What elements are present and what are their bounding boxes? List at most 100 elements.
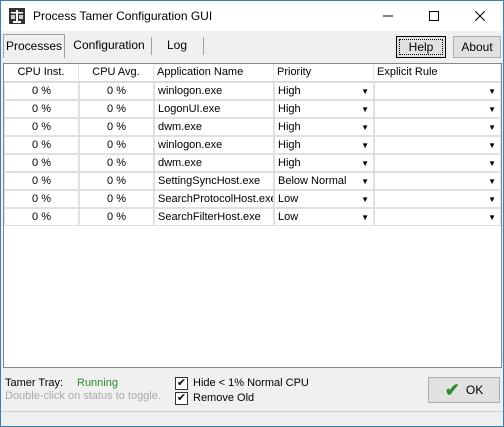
explicit-rule-dropdown[interactable]: ▼: [374, 190, 501, 208]
dropdown-arrow-icon[interactable]: ▼: [361, 209, 369, 225]
process-table: CPU Inst. CPU Avg. Application Name Prio…: [3, 63, 502, 368]
explicit-rule-dropdown[interactable]: ▼: [374, 100, 501, 118]
status-area: Tamer Tray: Running Double-click on stat…: [1, 371, 503, 411]
cpu-inst-cell-value: 0 %: [32, 103, 51, 115]
tamer-tray-hint: Double-click on status to toggle.: [5, 390, 161, 402]
application-name-cell: SearchFilterHost.exe: [154, 208, 274, 226]
dropdown-arrow-icon[interactable]: ▼: [488, 191, 496, 207]
column-header-explicit-rule[interactable]: Explicit Rule: [374, 64, 501, 82]
dropdown-arrow-icon[interactable]: ▼: [361, 191, 369, 207]
help-button[interactable]: Help: [396, 36, 446, 58]
dropdown-arrow-icon[interactable]: ▼: [488, 119, 496, 135]
window-title: Process Tamer Configuration GUI: [33, 9, 213, 23]
tab-log[interactable]: Log: [151, 34, 203, 58]
cpu-inst-cell: 0 %: [4, 82, 79, 100]
tamer-tray-label: Tamer Tray:: [5, 377, 64, 389]
close-button[interactable]: [457, 1, 503, 31]
cpu-inst-cell-value: 0 %: [32, 139, 51, 151]
priority-dropdown-value: High: [278, 85, 301, 97]
checkmark-icon: ✔: [176, 377, 187, 389]
cpu-avg-cell-value: 0 %: [107, 193, 126, 205]
app-window: Process Tamer Configuration GUI Processe…: [0, 0, 504, 427]
cpu-avg-cell: 0 %: [79, 208, 154, 226]
cpu-avg-cell: 0 %: [79, 118, 154, 136]
dropdown-arrow-icon[interactable]: ▼: [488, 101, 496, 117]
table-row[interactable]: 0 % 0 % LogonUI.exe High ▼ ▼: [4, 100, 501, 118]
column-header-cpu-avg[interactable]: CPU Avg.: [79, 64, 154, 82]
remove-old-label[interactable]: Remove Old: [193, 392, 254, 404]
application-name-cell: dwm.exe: [154, 118, 274, 136]
dropdown-arrow-icon[interactable]: ▼: [361, 101, 369, 117]
explicit-rule-dropdown[interactable]: ▼: [374, 172, 501, 190]
priority-dropdown[interactable]: High ▼: [274, 118, 374, 136]
minimize-button[interactable]: [365, 1, 411, 31]
dropdown-arrow-icon[interactable]: ▼: [361, 173, 369, 189]
application-name-cell-value: LogonUI.exe: [158, 103, 221, 115]
cpu-inst-cell-value: 0 %: [32, 211, 51, 223]
table-row[interactable]: 0 % 0 % winlogon.exe High ▼ ▼: [4, 136, 501, 154]
table-row[interactable]: 0 % 0 % dwm.exe High ▼ ▼: [4, 154, 501, 172]
checkmark-icon: ✔: [444, 380, 460, 400]
priority-dropdown[interactable]: Low ▼: [274, 208, 374, 226]
maximize-button[interactable]: [411, 1, 457, 31]
priority-dropdown[interactable]: High ▼: [274, 82, 374, 100]
priority-dropdown-value: High: [278, 121, 301, 133]
dropdown-arrow-icon[interactable]: ▼: [361, 155, 369, 171]
explicit-rule-dropdown[interactable]: ▼: [374, 154, 501, 172]
hide-low-cpu-label[interactable]: Hide < 1% Normal CPU: [193, 377, 309, 389]
dropdown-arrow-icon[interactable]: ▼: [488, 173, 496, 189]
application-name-cell-value: winlogon.exe: [158, 85, 223, 97]
priority-dropdown[interactable]: Low ▼: [274, 190, 374, 208]
cpu-avg-cell-value: 0 %: [107, 121, 126, 133]
tamer-tray-status[interactable]: Running: [77, 377, 118, 389]
table-row[interactable]: 0 % 0 % SettingSyncHost.exe Below Normal ▼ ▼: [4, 172, 501, 190]
application-name-cell-value: dwm.exe: [158, 157, 203, 169]
priority-dropdown[interactable]: High ▼: [274, 136, 374, 154]
cpu-avg-cell: 0 %: [79, 172, 154, 190]
cpu-inst-cell-value: 0 %: [32, 193, 51, 205]
tab-configuration[interactable]: Configuration: [67, 34, 151, 58]
cpu-inst-cell: 0 %: [4, 208, 79, 226]
dropdown-arrow-icon[interactable]: ▼: [488, 209, 496, 225]
ok-button[interactable]: ✔ OK: [428, 377, 500, 403]
priority-dropdown[interactable]: High ▼: [274, 100, 374, 118]
priority-dropdown[interactable]: High ▼: [274, 154, 374, 172]
cpu-avg-cell: 0 %: [79, 82, 154, 100]
priority-dropdown[interactable]: Below Normal ▼: [274, 172, 374, 190]
cpu-inst-cell-value: 0 %: [32, 175, 51, 187]
application-name-cell-value: SearchProtocolHost.exe: [158, 193, 274, 205]
cpu-inst-cell: 0 %: [4, 118, 79, 136]
cpu-inst-cell-value: 0 %: [32, 85, 51, 97]
cpu-inst-cell: 0 %: [4, 190, 79, 208]
table-row[interactable]: 0 % 0 % winlogon.exe High ▼ ▼: [4, 82, 501, 100]
dropdown-arrow-icon[interactable]: ▼: [488, 155, 496, 171]
remove-old-checkbox[interactable]: ✔: [175, 392, 188, 405]
column-header-priority[interactable]: Priority: [274, 64, 374, 82]
table-row[interactable]: 0 % 0 % dwm.exe High ▼ ▼: [4, 118, 501, 136]
application-name-cell: winlogon.exe: [154, 82, 274, 100]
cpu-avg-cell-value: 0 %: [107, 175, 126, 187]
column-header-application-name[interactable]: Application Name: [154, 64, 274, 82]
hide-low-cpu-checkbox[interactable]: ✔: [175, 377, 188, 390]
dropdown-arrow-icon[interactable]: ▼: [488, 137, 496, 153]
explicit-rule-dropdown[interactable]: ▼: [374, 136, 501, 154]
dropdown-arrow-icon[interactable]: ▼: [488, 83, 496, 99]
dropdown-arrow-icon[interactable]: ▼: [361, 83, 369, 99]
explicit-rule-dropdown[interactable]: ▼: [374, 82, 501, 100]
dropdown-arrow-icon[interactable]: ▼: [361, 119, 369, 135]
cpu-avg-cell: 0 %: [79, 154, 154, 172]
about-button[interactable]: About: [453, 36, 501, 58]
application-name-cell: dwm.exe: [154, 154, 274, 172]
explicit-rule-dropdown[interactable]: ▼: [374, 208, 501, 226]
tab-processes[interactable]: Processes: [3, 34, 65, 58]
column-header-cpu-inst[interactable]: CPU Inst.: [4, 64, 79, 82]
dropdown-arrow-icon[interactable]: ▼: [361, 137, 369, 153]
tab-divider: [203, 37, 204, 55]
cpu-avg-cell-value: 0 %: [107, 85, 126, 97]
explicit-rule-dropdown[interactable]: ▼: [374, 118, 501, 136]
priority-dropdown-value: High: [278, 103, 301, 115]
cpu-avg-cell: 0 %: [79, 190, 154, 208]
table-row[interactable]: 0 % 0 % SearchFilterHost.exe Low ▼ ▼: [4, 208, 501, 226]
table-header: CPU Inst. CPU Avg. Application Name Prio…: [4, 64, 501, 82]
table-row[interactable]: 0 % 0 % SearchProtocolHost.exe Low ▼ ▼: [4, 190, 501, 208]
